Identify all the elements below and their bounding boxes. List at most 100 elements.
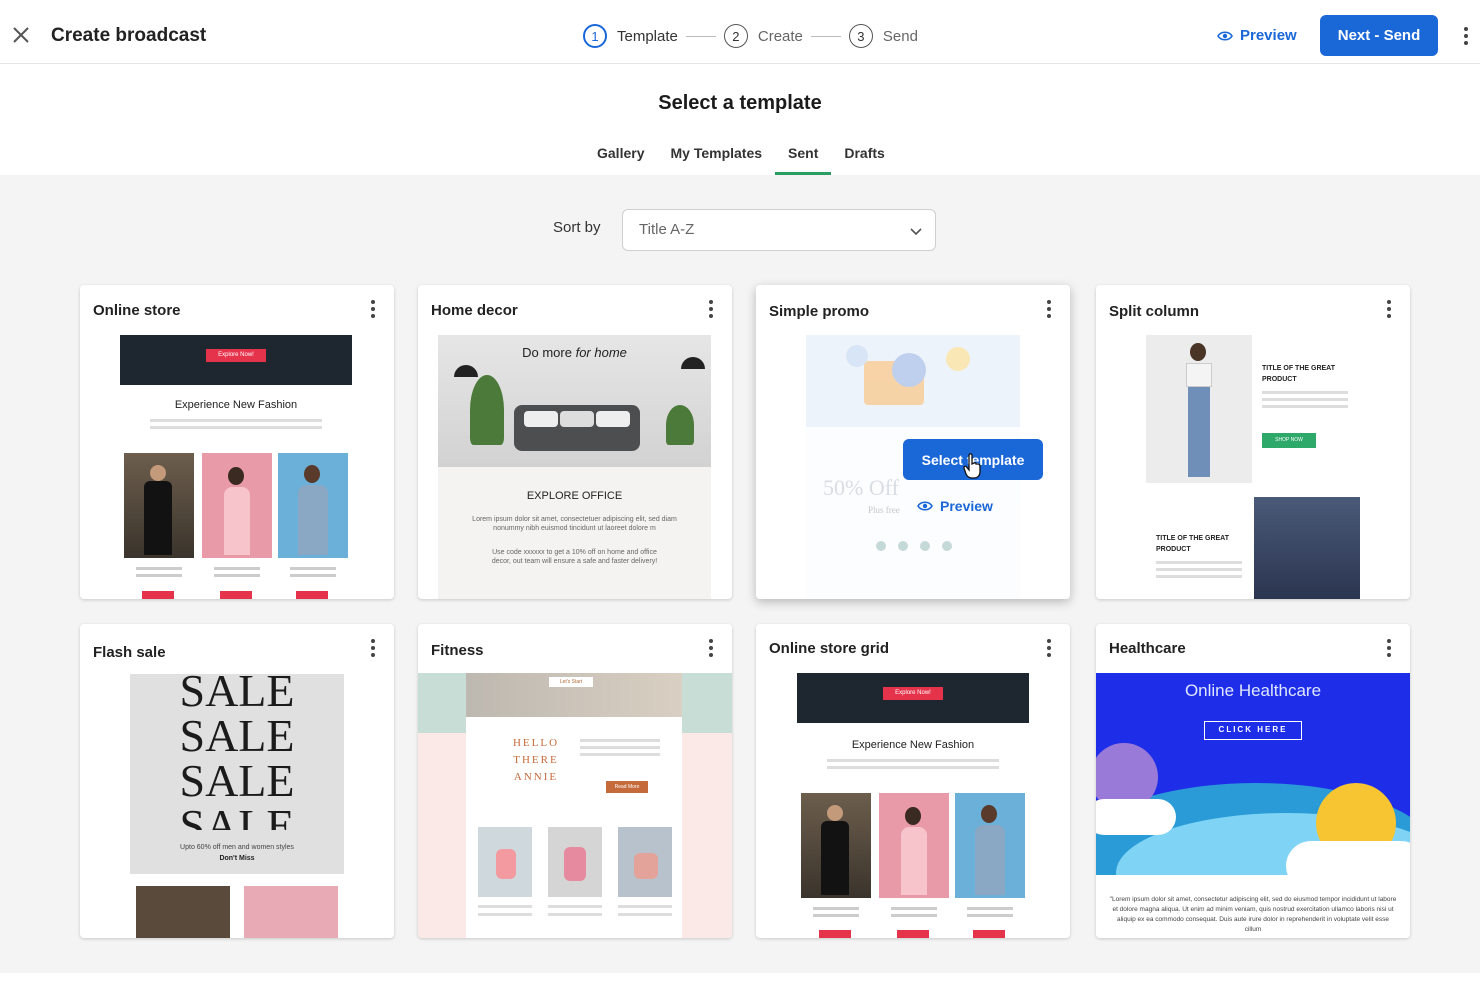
product-photo xyxy=(618,827,672,897)
sale-caption-2: Don't Miss xyxy=(219,855,255,862)
step-create[interactable]: 2 Create xyxy=(723,24,803,48)
template-thumbnail: SALE SALE SALE SALE Upto 60% off men and… xyxy=(130,674,344,938)
eye-icon xyxy=(1217,30,1233,41)
card-title: Simple promo xyxy=(769,303,870,320)
chevron-down-icon xyxy=(910,228,922,236)
sort-value: Title A-Z xyxy=(639,221,695,238)
sale-word: SALE xyxy=(179,755,295,806)
card-menu-icon[interactable] xyxy=(370,639,376,659)
health-body: "Lorem ipsum dolor sit amet, consectetur… xyxy=(1109,896,1397,933)
card-title: Split column xyxy=(1109,303,1199,320)
template-card-flash-sale[interactable]: Flash sale SALE SALE SALE SALE Upto 60% … xyxy=(80,624,394,938)
card-title: Flash sale xyxy=(93,644,166,661)
sort-dropdown[interactable]: Title A-Z xyxy=(622,209,936,251)
promo-sub: Plus free xyxy=(868,505,900,515)
step-connector xyxy=(685,35,716,37)
thumb-tag: Let's Start xyxy=(549,677,593,687)
template-card-fitness[interactable]: Fitness Let's Start HELLO THERE ANNIE Re… xyxy=(418,624,732,938)
card-title: Fitness xyxy=(431,642,484,659)
template-thumbnail: Explore Now! Experience New Fashion xyxy=(797,673,1029,938)
shop-button: SHOP NOW xyxy=(1262,433,1316,448)
step-label: Template xyxy=(617,27,678,45)
template-card-split-column[interactable]: Split column TITLE OF THE GREAT PRODUCT … xyxy=(1096,285,1410,599)
close-icon[interactable] xyxy=(10,24,32,46)
product-photo xyxy=(478,827,532,897)
template-card-online-store-grid[interactable]: Online store grid Explore Now! Experienc… xyxy=(756,624,1070,938)
card-preview-button[interactable]: Preview xyxy=(917,498,993,514)
template-tabs: Gallery My Templates Sent Drafts xyxy=(584,137,898,175)
template-thumbnail: Do more for home EXPLORE OFFICE Lorem ip… xyxy=(438,335,711,599)
template-thumbnail: Online Healthcare CLICK HERE "Lorem ipsu… xyxy=(1096,673,1410,938)
tab-sent[interactable]: Sent xyxy=(775,137,832,175)
card-menu-icon[interactable] xyxy=(1386,639,1392,659)
product-photo xyxy=(548,827,602,897)
template-card-online-store[interactable]: Online store Explore Now! Experience New… xyxy=(80,285,394,599)
product-photo xyxy=(879,793,949,898)
product-title: TITLE OF THE GREAT PRODUCT xyxy=(1262,365,1335,383)
more-options-icon[interactable] xyxy=(1463,27,1469,47)
hero-text: Do more for home xyxy=(522,345,627,360)
thumb-body-2: Use code xxxxxx to get a 10% off on home… xyxy=(491,549,658,565)
template-thumbnail: TITLE OF THE GREAT PRODUCT SHOP NOW TITL… xyxy=(1146,335,1360,599)
top-bar: Create broadcast 1 Template 2 Create 3 S… xyxy=(0,0,1480,64)
preview-button[interactable]: Preview xyxy=(1217,27,1297,44)
product-photo xyxy=(136,886,230,938)
sale-caption: Upto 60% off men and women styles xyxy=(180,844,294,851)
template-thumbnail: Let's Start HELLO THERE ANNIE Read More xyxy=(418,673,732,938)
promo-text: 50% Off xyxy=(823,475,899,500)
tab-gallery[interactable]: Gallery xyxy=(584,137,657,175)
tab-my-templates[interactable]: My Templates xyxy=(657,137,775,175)
step-number: 1 xyxy=(583,24,607,48)
eye-icon xyxy=(917,501,933,511)
step-send[interactable]: 3 Send xyxy=(848,24,918,48)
health-button: CLICK HERE xyxy=(1204,721,1302,740)
page-title: Select a template xyxy=(658,92,822,114)
template-card-healthcare[interactable]: Healthcare Online Healthcare CLICK HERE … xyxy=(1096,624,1410,938)
card-menu-icon[interactable] xyxy=(1386,300,1392,320)
step-number: 2 xyxy=(723,24,748,48)
product-photo xyxy=(244,886,338,938)
card-title: Online store xyxy=(93,302,181,319)
thumb-heading: EXPLORE OFFICE xyxy=(526,490,623,502)
product-photo xyxy=(801,793,871,898)
thumb-heading: Experience New Fashion xyxy=(174,399,298,411)
card-title: Online store grid xyxy=(769,640,890,657)
product-photo xyxy=(955,793,1025,898)
product-photo xyxy=(278,453,348,558)
card-menu-icon[interactable] xyxy=(708,639,714,659)
template-thumbnail: Explore Now! Experience New Fashion xyxy=(120,335,352,599)
product-photo xyxy=(202,453,272,558)
tab-drafts[interactable]: Drafts xyxy=(831,137,897,175)
page-heading: Create broadcast xyxy=(51,25,207,46)
card-title: Home decor xyxy=(431,302,518,319)
step-template[interactable]: 1 Template xyxy=(583,24,678,48)
product-photo xyxy=(1146,335,1252,483)
product-photo xyxy=(1254,497,1360,599)
thumb-button: Read More xyxy=(606,781,648,793)
card-menu-icon[interactable] xyxy=(370,300,376,320)
health-title: Online Healthcare xyxy=(1184,681,1322,700)
hero-button: Explore Now! xyxy=(883,687,943,700)
stepper: 1 Template 2 Create 3 Send xyxy=(583,21,918,51)
sale-word: SALE xyxy=(179,674,295,716)
template-card-home-decor[interactable]: Home decor Do more for home EXPLORE OFFI… xyxy=(418,285,732,599)
thumb-heading: Experience New Fashion xyxy=(851,739,975,751)
product-photo xyxy=(124,453,194,558)
product-title: TITLE OF THE GREAT PRODUCT xyxy=(1156,535,1229,553)
next-send-button[interactable]: Next - Send xyxy=(1320,15,1438,56)
step-connector xyxy=(810,35,841,37)
card-menu-icon[interactable] xyxy=(1046,639,1052,659)
sort-label: Sort by xyxy=(553,219,601,236)
card-menu-icon[interactable] xyxy=(1046,300,1052,320)
thumb-body: Lorem ipsum dolor sit amet, consectetuer… xyxy=(472,516,677,532)
sale-word: SALE xyxy=(179,710,295,761)
template-gallery: Sort by Title A-Z Online store Explore N… xyxy=(0,175,1480,973)
hero-button: Explore Now! xyxy=(206,349,266,362)
card-menu-icon[interactable] xyxy=(708,300,714,320)
step-label: Send xyxy=(882,27,918,45)
preview-label: Preview xyxy=(1240,27,1297,44)
step-label: Create xyxy=(757,27,803,45)
card-title: Healthcare xyxy=(1109,640,1186,657)
template-card-simple-promo[interactable]: Simple promo 50% Off Plus free Select te… xyxy=(756,285,1070,599)
thumb-greeting: HELLO THERE ANNIE xyxy=(512,737,560,783)
